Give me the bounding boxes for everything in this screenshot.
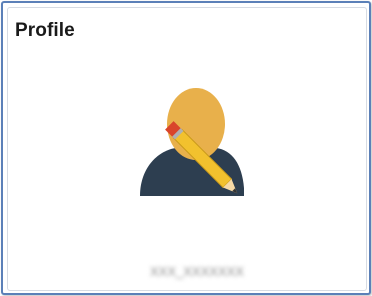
- profile-tile[interactable]: Profile XXX_XXXXXXX: [7, 7, 367, 291]
- profile-edit-icon: [140, 88, 244, 196]
- tile-title: Profile: [15, 20, 75, 41]
- profile-tile-frame: Profile XXX_XXXXXXX: [1, 1, 371, 295]
- profile-username: XXX_XXXXXXX: [150, 264, 244, 279]
